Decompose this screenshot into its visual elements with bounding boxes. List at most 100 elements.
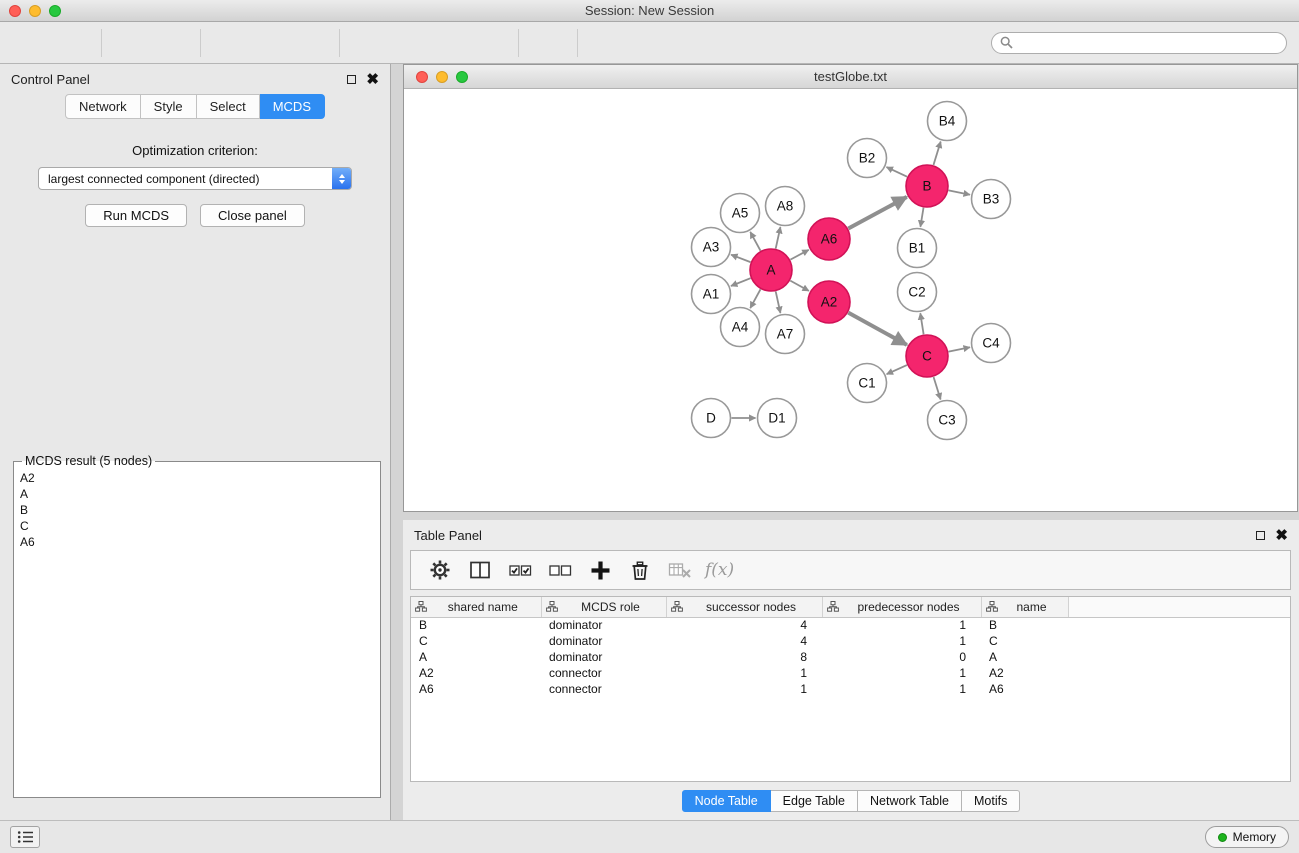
table-cell[interactable]: 8 bbox=[666, 649, 822, 665]
mcds-result-item[interactable]: A6 bbox=[20, 534, 374, 550]
zoom-fit-button[interactable] bbox=[429, 26, 469, 60]
refresh-button[interactable] bbox=[528, 26, 568, 60]
memory-button[interactable]: Memory bbox=[1205, 826, 1289, 848]
graph-edge-A-A8[interactable] bbox=[776, 227, 781, 249]
graph-node-B3[interactable]: B3 bbox=[972, 180, 1011, 219]
zoom-selected-button[interactable] bbox=[469, 26, 509, 60]
graph-edge-A-A1[interactable] bbox=[731, 278, 751, 286]
table-cell[interactable]: 1 bbox=[822, 665, 981, 681]
delete-table-button[interactable] bbox=[663, 554, 697, 586]
graph-edge-A-A4[interactable] bbox=[750, 289, 760, 308]
delete-column-button[interactable] bbox=[623, 554, 657, 586]
import-table-button[interactable] bbox=[151, 26, 191, 60]
task-history-button[interactable] bbox=[10, 826, 40, 848]
graph-node-A[interactable]: A bbox=[750, 249, 792, 291]
graph-node-B4[interactable]: B4 bbox=[928, 102, 967, 141]
graph-node-C4[interactable]: C4 bbox=[972, 324, 1011, 363]
annotation-pen-button[interactable] bbox=[667, 26, 707, 60]
graph-edge-A2-C[interactable] bbox=[848, 313, 907, 345]
column-header-successor-nodes[interactable]: successor nodes bbox=[666, 597, 822, 617]
column-header-shared-name[interactable]: shared name bbox=[411, 597, 541, 617]
table-cell[interactable]: 1 bbox=[666, 665, 822, 681]
function-builder-button[interactable]: f(x) bbox=[705, 560, 734, 580]
graph-node-B1[interactable]: B1 bbox=[898, 229, 937, 268]
graph-node-D1[interactable]: D1 bbox=[758, 399, 797, 438]
graph-node-B2[interactable]: B2 bbox=[848, 139, 887, 178]
export-network-button[interactable] bbox=[210, 26, 250, 60]
mcds-result-item[interactable]: B bbox=[20, 502, 374, 518]
import-network-button[interactable] bbox=[111, 26, 151, 60]
table-mode-button[interactable] bbox=[423, 554, 457, 586]
close-table-panel-icon[interactable]: ✖ bbox=[1275, 528, 1288, 543]
graph-edge-A-A6[interactable] bbox=[790, 250, 808, 260]
table-cell[interactable]: A6 bbox=[981, 681, 1068, 697]
float-table-panel-icon[interactable] bbox=[1256, 531, 1265, 540]
graph-edge-C-C2[interactable] bbox=[920, 313, 923, 334]
graph-edge-A-A5[interactable] bbox=[750, 232, 760, 251]
table-cell[interactable]: B bbox=[411, 617, 541, 633]
network-canvas[interactable]: AA1A2A3A4A5A6A7A8BB1B2B3B4CC1C2C3C4DD1 bbox=[404, 89, 1297, 511]
table-cell[interactable]: 1 bbox=[822, 617, 981, 633]
column-header-mcds-role[interactable]: MCDS role bbox=[541, 597, 666, 617]
graph-edge-B-B4[interactable] bbox=[933, 142, 940, 165]
search-field[interactable] bbox=[991, 32, 1287, 54]
table-cell[interactable]: A bbox=[411, 649, 541, 665]
node-table-container[interactable]: shared nameMCDS rolesuccessor nodesprede… bbox=[410, 596, 1291, 782]
graph-node-A8[interactable]: A8 bbox=[766, 187, 805, 226]
graph-edge-A6-B[interactable] bbox=[848, 197, 906, 229]
graph-edge-C-C4[interactable] bbox=[949, 347, 970, 351]
run-mcds-button[interactable]: Run MCDS bbox=[85, 204, 187, 227]
session-document-button[interactable] bbox=[587, 26, 627, 60]
table-cell[interactable]: C bbox=[981, 633, 1068, 649]
table-cell[interactable]: connector bbox=[541, 681, 666, 697]
column-header-name[interactable]: name bbox=[981, 597, 1068, 617]
table-row[interactable]: Bdominator41B bbox=[411, 617, 1290, 633]
table-cell[interactable]: dominator bbox=[541, 649, 666, 665]
deselect-all-button[interactable] bbox=[543, 554, 577, 586]
table-tab-motifs[interactable]: Motifs bbox=[962, 790, 1020, 812]
graph-node-C2[interactable]: C2 bbox=[898, 273, 937, 312]
table-cell[interactable]: 4 bbox=[666, 633, 822, 649]
tab-mcds[interactable]: MCDS bbox=[260, 94, 325, 119]
column-visibility-button[interactable] bbox=[463, 554, 497, 586]
table-cell[interactable]: 1 bbox=[822, 633, 981, 649]
zoom-out-button[interactable] bbox=[389, 26, 429, 60]
graph-node-A3[interactable]: A3 bbox=[692, 228, 731, 267]
graph-node-A4[interactable]: A4 bbox=[721, 308, 760, 347]
table-tab-network-table[interactable]: Network Table bbox=[858, 790, 962, 812]
zoom-in-button[interactable] bbox=[349, 26, 389, 60]
network-window-titlebar[interactable]: testGlobe.txt bbox=[404, 65, 1297, 89]
table-row[interactable]: A2connector11A2 bbox=[411, 665, 1290, 681]
graph-node-B[interactable]: B bbox=[906, 165, 948, 207]
mcds-result-item[interactable]: C bbox=[20, 518, 374, 534]
tab-select[interactable]: Select bbox=[197, 94, 260, 119]
mcds-result-item[interactable]: A2 bbox=[20, 470, 374, 486]
table-cell[interactable]: 4 bbox=[666, 617, 822, 633]
table-cell[interactable]: A2 bbox=[411, 665, 541, 681]
table-cell[interactable]: 0 bbox=[822, 649, 981, 665]
select-all-button[interactable] bbox=[503, 554, 537, 586]
graph-edge-A-A7[interactable] bbox=[776, 291, 781, 313]
export-table-button[interactable] bbox=[250, 26, 290, 60]
table-tab-node-table[interactable]: Node Table bbox=[682, 790, 771, 812]
graph-edge-C-C1[interactable] bbox=[887, 365, 907, 374]
table-cell[interactable]: dominator bbox=[541, 617, 666, 633]
tab-style[interactable]: Style bbox=[141, 94, 197, 119]
optimization-dropdown[interactable]: largest connected component (directed) bbox=[38, 167, 352, 190]
export-image-button[interactable] bbox=[290, 26, 330, 60]
home-button[interactable] bbox=[627, 26, 667, 60]
graph-edge-B-B3[interactable] bbox=[949, 190, 970, 194]
graph-node-A5[interactable]: A5 bbox=[721, 194, 760, 233]
graph-edge-B-B2[interactable] bbox=[886, 167, 907, 177]
graph-node-A6[interactable]: A6 bbox=[808, 218, 850, 260]
float-panel-icon[interactable] bbox=[347, 75, 356, 84]
graph-node-C1[interactable]: C1 bbox=[848, 364, 887, 403]
mcds-result-item[interactable]: A bbox=[20, 486, 374, 502]
show-graphics-button[interactable] bbox=[707, 26, 747, 60]
save-session-button[interactable] bbox=[52, 26, 92, 60]
graph-edge-C-C3[interactable] bbox=[934, 377, 941, 399]
table-cell[interactable]: 1 bbox=[666, 681, 822, 697]
close-panel-icon[interactable]: ✖ bbox=[366, 72, 379, 87]
table-tab-edge-table[interactable]: Edge Table bbox=[771, 790, 858, 812]
graph-edge-B-B1[interactable] bbox=[920, 208, 923, 227]
